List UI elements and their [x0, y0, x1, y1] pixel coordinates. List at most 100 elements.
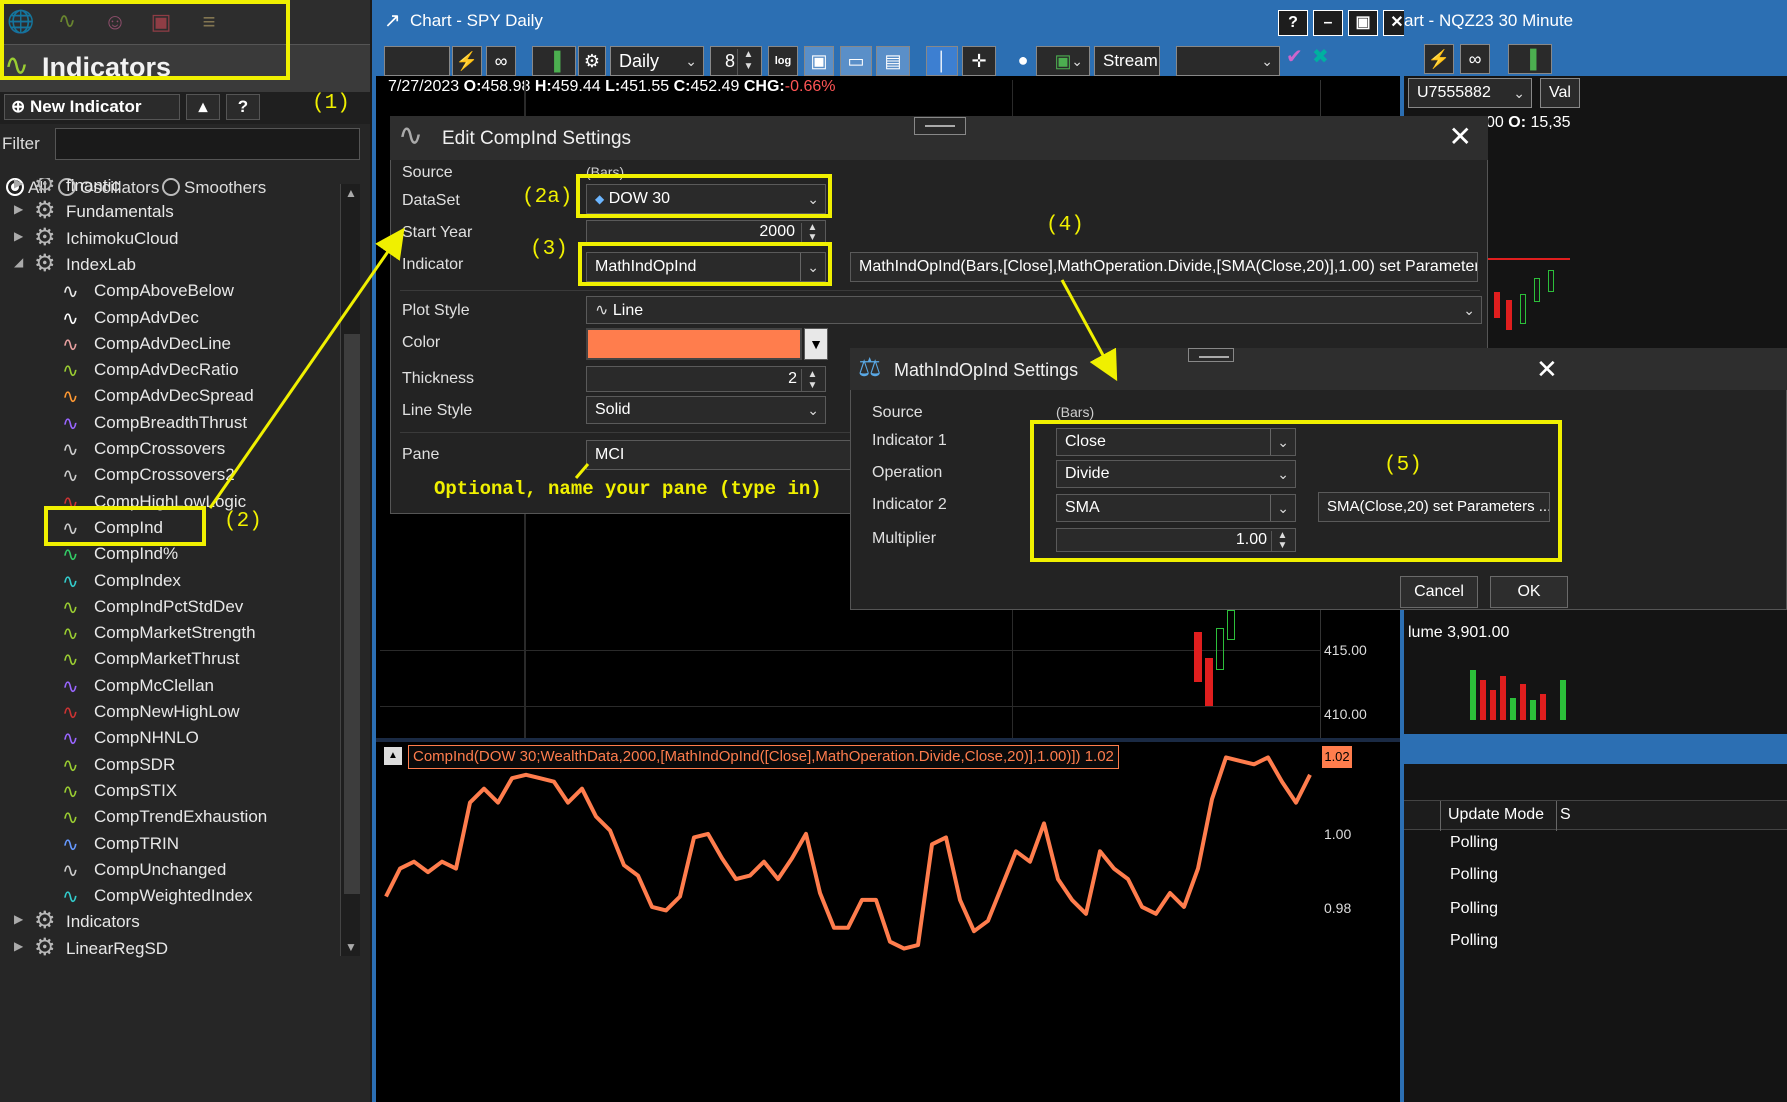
value-select[interactable]: Val: [1540, 78, 1580, 108]
thickness-stepper[interactable]: 2 ▲ ▼: [586, 366, 826, 392]
section-divider: [400, 432, 850, 433]
update-mode-header[interactable]: Update Mode: [1448, 806, 1544, 824]
drag-grip-icon[interactable]: [1188, 348, 1234, 362]
tree-item-label: CompSTIX: [94, 780, 178, 800]
crosshair-icon[interactable]: ✛: [962, 46, 996, 76]
candle: [1548, 270, 1554, 292]
polling-cell[interactable]: Polling: [1450, 932, 1498, 950]
stream-button[interactable]: Stream: [1094, 46, 1160, 76]
account-value: U7555882: [1417, 84, 1491, 101]
line-style-value: Solid: [595, 401, 631, 418]
log-scale-button[interactable]: log: [768, 46, 798, 76]
candle-style-icon[interactable]: ▐: [1508, 44, 1552, 74]
link-icon[interactable]: ∞: [1460, 44, 1490, 74]
account-select[interactable]: ⌄: [1176, 46, 1280, 76]
mathindopind-titlebar[interactable]: ⚖ MathIndOpInd Settings ✕: [850, 348, 1787, 390]
collapse-all-button[interactable]: ▴: [186, 94, 220, 120]
ok-button[interactable]: OK: [1490, 576, 1568, 608]
right-open-label: O:: [1508, 114, 1527, 131]
volume-bar: [1470, 670, 1476, 720]
spin-arrows-icon[interactable]: ▲ ▼: [801, 369, 823, 391]
scroll-down-icon[interactable]: ▼: [345, 940, 357, 954]
symbol-input[interactable]: [384, 46, 450, 76]
chevron-down-icon: ⌄: [807, 402, 819, 418]
candle: [1216, 628, 1224, 670]
spin-arrows-icon[interactable]: ▲ ▼: [801, 223, 823, 243]
record-icon[interactable]: ●: [1012, 46, 1034, 76]
indicator-tree: ▶ ⚙ finantic ▶ ⚙ Fundamentals ▶ ⚙ IchimokuCloud ◢…: [0, 178, 372, 1102]
cursor-line-icon[interactable]: │: [926, 46, 958, 76]
filter-input[interactable]: [55, 128, 360, 160]
minimize-button[interactable]: –: [1313, 10, 1343, 36]
lightning-icon[interactable]: ⚡: [452, 46, 482, 76]
plot-style-value: Line: [612, 302, 644, 319]
highlight-box-5: [1030, 420, 1562, 562]
start-year-value: 2000: [759, 223, 795, 240]
settings-gear-icon[interactable]: ⚙: [578, 46, 606, 76]
window-icon[interactable]: ▤: [876, 46, 910, 76]
start-year-stepper[interactable]: 2000 ▲ ▼: [586, 220, 826, 244]
layout-icon[interactable]: ▭: [840, 46, 872, 76]
indicator-sine-icon: ∿: [398, 118, 424, 153]
annotation-3: (3): [530, 238, 568, 261]
cancel-x-icon[interactable]: ✖: [1312, 44, 1329, 69]
last-value-badge: 1.02: [1322, 746, 1352, 768]
close-label: C:: [673, 78, 691, 95]
tree-item-label: CompIndPctStdDev: [94, 596, 244, 616]
start-year-label: Start Year: [402, 224, 473, 241]
expand-arrow-icon[interactable]: ▶: [14, 202, 23, 216]
new-indicator-button[interactable]: ⊕ New Indicator: [4, 94, 180, 120]
candle: [1520, 294, 1526, 324]
account-select[interactable]: U7555882 ⌄: [1408, 78, 1532, 108]
gear-icon: ⚙: [34, 249, 56, 277]
partial-column-header[interactable]: S: [1560, 806, 1571, 824]
maximize-button[interactable]: ▣: [1348, 10, 1378, 36]
expand-arrow-icon[interactable]: ▶: [14, 912, 23, 926]
expand-arrow-icon[interactable]: ▶: [14, 229, 23, 243]
bars-stepper[interactable]: 8 ▲ ▼: [710, 46, 762, 76]
color-dropdown-button[interactable]: ▼: [804, 328, 828, 360]
right-strip: [1404, 734, 1787, 764]
close-icon[interactable]: ✕: [1449, 120, 1472, 153]
expand-arrow-icon[interactable]: ◢: [14, 255, 23, 269]
plot-style-select[interactable]: ∿ Line ⌄: [586, 296, 1482, 324]
broker-select[interactable]: ▣ ⌄: [1036, 46, 1090, 76]
candle-style-icon[interactable]: ▐: [532, 46, 576, 76]
help-button[interactable]: ?: [226, 94, 260, 120]
annotation-2: (2): [224, 510, 262, 533]
lightning-icon[interactable]: ⚡: [1424, 44, 1454, 74]
spin-arrows-icon[interactable]: ▲ ▼: [737, 49, 759, 75]
camera-icon[interactable]: ▣: [804, 46, 834, 76]
indicator-wave-icon: ∿: [62, 279, 79, 304]
tree-group-label: LinearRegSD: [66, 938, 169, 958]
tree-item-label: CompMarketStrength: [94, 623, 256, 643]
check-icon[interactable]: ✔: [1286, 44, 1303, 69]
indicator-parameters-button[interactable]: MathIndOpInd(Bars,[Close],MathOperation.…: [850, 252, 1478, 282]
expand-arrow-icon[interactable]: ▶: [14, 939, 23, 953]
low-value: 451.55: [620, 78, 670, 95]
source-value: (Bars): [1056, 404, 1095, 420]
polling-cell[interactable]: Polling: [1450, 834, 1498, 852]
scroll-thumb[interactable]: [344, 334, 360, 894]
scroll-up-icon[interactable]: ▲: [345, 186, 357, 200]
candle: [1506, 300, 1512, 330]
indicator1-label: Indicator 1: [872, 432, 947, 449]
color-swatch[interactable]: [586, 328, 802, 360]
drag-grip-icon[interactable]: [914, 117, 966, 135]
column-divider: [1556, 801, 1557, 831]
line-style-select[interactable]: Solid ⌄: [586, 396, 826, 424]
scale-value: Daily: [619, 51, 660, 71]
polling-cell[interactable]: Polling: [1450, 900, 1498, 918]
cancel-button[interactable]: Cancel: [1400, 576, 1478, 608]
help-window-button[interactable]: ?: [1278, 10, 1308, 36]
edit-compind-title: Edit CompInd Settings: [442, 128, 632, 149]
close-icon[interactable]: ✕: [1536, 354, 1558, 385]
expand-arrow-icon[interactable]: ▶: [14, 178, 23, 190]
volume-bar: [1540, 694, 1546, 720]
scale-select[interactable]: Daily ⌄: [610, 46, 704, 76]
tree-scrollbar[interactable]: ▲ ▼: [340, 184, 360, 956]
link-icon[interactable]: ∞: [486, 46, 516, 76]
polling-cell[interactable]: Polling: [1450, 866, 1498, 884]
indicator-wave-icon: ∿: [62, 331, 79, 356]
pane-input[interactable]: MCI: [586, 440, 850, 470]
